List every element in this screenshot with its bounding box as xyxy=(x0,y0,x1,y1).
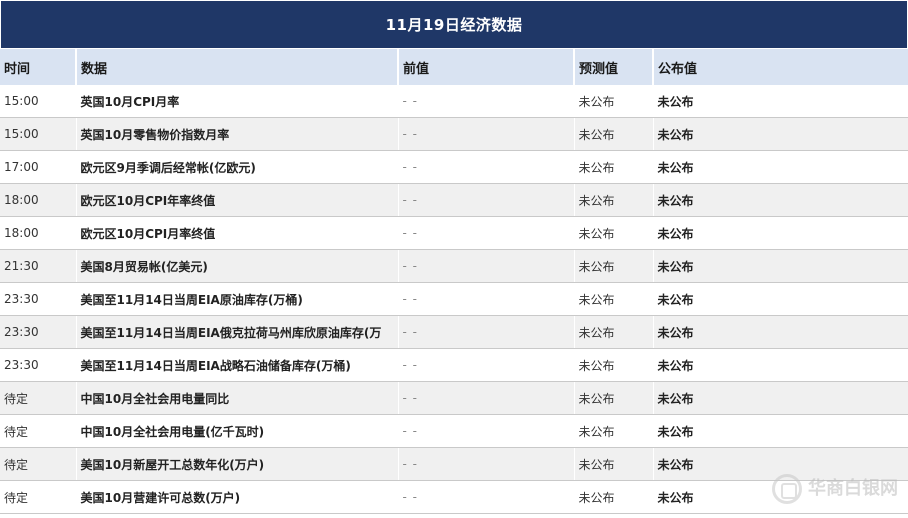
table-row: 18:00 欧元区10月CPI年率终值 - - 未公布 未公布 xyxy=(0,183,908,217)
table-row: 21:30 美国8月贸易帐(亿美元) - - 未公布 未公布 xyxy=(0,249,908,283)
table-body: 15:00 英国10月CPI月率 - - 未公布 未公布 15:00 英国10月… xyxy=(0,85,908,514)
header-row: 时间 数据 前值 预测值 公布值 xyxy=(0,49,908,85)
cell-time: 18:00 xyxy=(0,216,77,250)
cell-forecast: 未公布 xyxy=(574,282,654,316)
cell-published: 未公布 xyxy=(653,315,908,349)
cell-published: 未公布 xyxy=(653,216,908,250)
cell-published: 未公布 xyxy=(653,183,908,217)
economic-data-table-container: 11月19日经济数据 时间 数据 前值 预测值 公布值 15:00 英国10月C… xyxy=(0,0,908,518)
economic-data-table: 时间 数据 前值 预测值 公布值 15:00 英国10月CPI月率 - - 未公… xyxy=(0,49,908,514)
table-row: 23:30 美国至11月14日当周EIA原油库存(万桶) - - 未公布 未公布 xyxy=(0,282,908,316)
table-row: 18:00 欧元区10月CPI月率终值 - - 未公布 未公布 xyxy=(0,216,908,250)
cell-data-name: 美国至11月14日当周EIA俄克拉荷马州库欣原油库存(万 xyxy=(76,315,399,349)
cell-time: 待定 xyxy=(0,447,77,481)
cell-forecast: 未公布 xyxy=(574,249,654,283)
cell-prev: - - xyxy=(398,414,575,448)
cell-data-name: 欧元区10月CPI月率终值 xyxy=(76,216,399,250)
cell-time: 待定 xyxy=(0,381,77,415)
cell-published: 未公布 xyxy=(653,381,908,415)
cell-forecast: 未公布 xyxy=(574,85,654,118)
cell-prev: - - xyxy=(398,381,575,415)
cell-data-name: 美国至11月14日当周EIA原油库存(万桶) xyxy=(76,282,399,316)
table-row: 待定 美国10月新屋开工总数年化(万户) - - 未公布 未公布 xyxy=(0,447,908,481)
cell-time: 待定 xyxy=(0,480,77,514)
cell-prev: - - xyxy=(398,348,575,382)
cell-data-name: 美国至11月14日当周EIA战略石油储备库存(万桶) xyxy=(76,348,399,382)
cell-forecast: 未公布 xyxy=(574,183,654,217)
column-header-time: 时间 xyxy=(0,49,77,85)
cell-prev: - - xyxy=(398,480,575,514)
cell-data-name: 美国10月新屋开工总数年化(万户) xyxy=(76,447,399,481)
column-header-prev: 前值 xyxy=(398,49,575,85)
cell-time: 15:00 xyxy=(0,117,77,151)
table-row: 15:00 英国10月零售物价指数月率 - - 未公布 未公布 xyxy=(0,117,908,151)
cell-forecast: 未公布 xyxy=(574,216,654,250)
cell-prev: - - xyxy=(398,447,575,481)
title-bar: 11月19日经济数据 xyxy=(1,1,907,48)
cell-forecast: 未公布 xyxy=(574,315,654,349)
cell-data-name: 英国10月零售物价指数月率 xyxy=(76,117,399,151)
cell-forecast: 未公布 xyxy=(574,150,654,184)
cell-prev: - - xyxy=(398,282,575,316)
table-row: 待定 中国10月全社会用电量同比 - - 未公布 未公布 xyxy=(0,381,908,415)
cell-time: 21:30 xyxy=(0,249,77,283)
cell-prev: - - xyxy=(398,117,575,151)
cell-published: 未公布 xyxy=(653,447,908,481)
cell-prev: - - xyxy=(398,216,575,250)
table-row: 17:00 欧元区9月季调后经常帐(亿欧元) - - 未公布 未公布 xyxy=(0,150,908,184)
cell-data-name: 欧元区10月CPI年率终值 xyxy=(76,183,399,217)
cell-data-name: 欧元区9月季调后经常帐(亿欧元) xyxy=(76,150,399,184)
cell-time: 18:00 xyxy=(0,183,77,217)
cell-published: 未公布 xyxy=(653,150,908,184)
cell-forecast: 未公布 xyxy=(574,480,654,514)
cell-time: 17:00 xyxy=(0,150,77,184)
cell-time: 23:30 xyxy=(0,315,77,349)
page-title: 11月19日经济数据 xyxy=(385,16,523,34)
cell-data-name: 英国10月CPI月率 xyxy=(76,85,399,118)
cell-prev: - - xyxy=(398,85,575,118)
column-header-data: 数据 xyxy=(76,49,399,85)
column-header-forecast: 预测值 xyxy=(574,49,654,85)
cell-prev: - - xyxy=(398,315,575,349)
table-row: 23:30 美国至11月14日当周EIA战略石油储备库存(万桶) - - 未公布… xyxy=(0,348,908,382)
cell-forecast: 未公布 xyxy=(574,348,654,382)
cell-published: 未公布 xyxy=(653,249,908,283)
cell-published: 未公布 xyxy=(653,414,908,448)
cell-published: 未公布 xyxy=(653,85,908,118)
cell-forecast: 未公布 xyxy=(574,447,654,481)
cell-data-name: 中国10月全社会用电量同比 xyxy=(76,381,399,415)
cell-published: 未公布 xyxy=(653,282,908,316)
table-row: 待定 美国10月营建许可总数(万户) - - 未公布 未公布 xyxy=(0,480,908,514)
table-row: 15:00 英国10月CPI月率 - - 未公布 未公布 xyxy=(0,85,908,118)
cell-prev: - - xyxy=(398,183,575,217)
cell-data-name: 美国8月贸易帐(亿美元) xyxy=(76,249,399,283)
cell-prev: - - xyxy=(398,150,575,184)
cell-data-name: 美国10月营建许可总数(万户) xyxy=(76,480,399,514)
cell-prev: - - xyxy=(398,249,575,283)
cell-published: 未公布 xyxy=(653,117,908,151)
column-header-published: 公布值 xyxy=(653,49,908,85)
table-header: 时间 数据 前值 预测值 公布值 xyxy=(0,49,908,85)
cell-forecast: 未公布 xyxy=(574,414,654,448)
cell-published: 未公布 xyxy=(653,480,908,514)
cell-time: 23:30 xyxy=(0,348,77,382)
cell-data-name: 中国10月全社会用电量(亿千瓦时) xyxy=(76,414,399,448)
cell-time: 23:30 xyxy=(0,282,77,316)
cell-published: 未公布 xyxy=(653,348,908,382)
table-row: 23:30 美国至11月14日当周EIA俄克拉荷马州库欣原油库存(万 - - 未… xyxy=(0,315,908,349)
cell-time: 15:00 xyxy=(0,85,77,118)
cell-forecast: 未公布 xyxy=(574,381,654,415)
cell-time: 待定 xyxy=(0,414,77,448)
cell-forecast: 未公布 xyxy=(574,117,654,151)
table-row: 待定 中国10月全社会用电量(亿千瓦时) - - 未公布 未公布 xyxy=(0,414,908,448)
